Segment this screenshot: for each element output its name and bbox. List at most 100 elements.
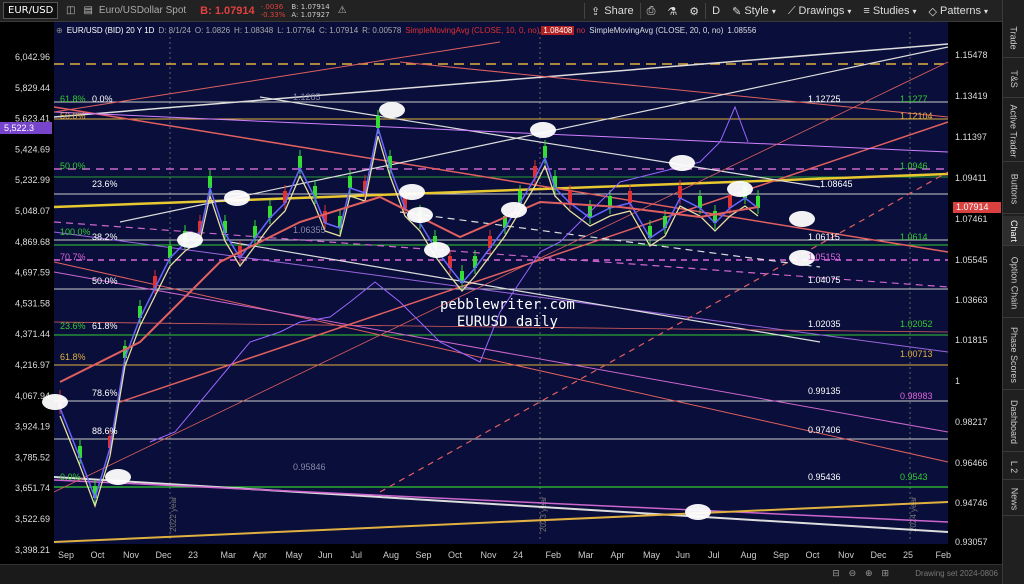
settings-button[interactable]: ⚙: [683, 0, 705, 22]
patterns-button[interactable]: ◇ Patterns ▾: [923, 0, 994, 22]
left-axis-tick: 5,829.44: [15, 83, 50, 93]
flask-icon: ⚗: [667, 5, 678, 18]
studies-label: Studies: [872, 5, 910, 17]
watchlist-icon[interactable]: ▤: [83, 5, 92, 16]
fib-percent-label: 23.6%: [60, 321, 86, 331]
right-axis-tick: 1.11397: [955, 132, 987, 142]
style-label: Style: [744, 5, 769, 17]
change-box: -.0036 -0.33%: [261, 3, 286, 19]
sidebar-tab-t-s[interactable]: T&S: [1003, 60, 1024, 98]
symbol-description: Euro/USDollar Spot: [98, 5, 187, 16]
sidebar-tab-option-chain[interactable]: Option Chain: [1003, 248, 1024, 318]
ohlc-date: D: 8/1/24: [158, 25, 191, 35]
sidebar-tab-label: Phase Scores: [1009, 326, 1019, 383]
period-button[interactable]: D: [706, 0, 726, 22]
fib-value-label: 1.06115: [808, 232, 840, 242]
share-button[interactable]: ⇪ Share: [585, 0, 640, 22]
sidebar-tab-active-trader[interactable]: Active Trader: [1003, 100, 1024, 162]
zoom-controls[interactable]: ⊟ ⊖ ⊕ ⊞: [832, 569, 892, 579]
flask-button[interactable]: ⚗: [661, 0, 683, 22]
fib-value-label: 1.05153: [808, 252, 841, 262]
ask-small: A: 1.07927: [291, 10, 330, 19]
sidebar-tab-phase-scores[interactable]: Phase Scores: [1003, 320, 1024, 390]
sidebar-tab-l-2[interactable]: L 2: [1003, 454, 1024, 480]
style-button[interactable]: ✎ Style ▾: [726, 0, 782, 22]
chart-area[interactable]: 1.15478 1.13419 1.11397 1.09411 1.07461 1.055…: [0, 22, 1002, 564]
left-axis-tick: 3,651.74: [15, 483, 50, 493]
fib-value-label: 1.0946: [900, 161, 928, 171]
print-icon: ⎙: [646, 4, 656, 17]
sma20-label[interactable]: SimpleMovingAvg (CLOSE, 20, 0, no): [587, 26, 725, 35]
right-axis-tick: 1.13419: [955, 91, 988, 101]
sidebar-tab-label: Option Chain: [1009, 256, 1020, 309]
time-axis-tick: Sep: [58, 550, 74, 560]
right-axis-tick: 1.03663: [955, 295, 988, 305]
price-chart[interactable]: 1.15478 1.13419 1.11397 1.09411 1.07461 1.055…: [0, 22, 1002, 564]
fib-percent-label: 78.6%: [92, 388, 118, 398]
fib-percent-label: 88.6%: [92, 426, 118, 436]
bid-value: 1.07914: [214, 4, 255, 17]
fib-value-label: 1.00713: [900, 349, 933, 359]
sidebar-tab-label: T&S: [1008, 69, 1019, 88]
sidebar-tab-chart[interactable]: Chart: [1003, 216, 1024, 246]
highlight-ellipse: [105, 469, 131, 485]
sidebar-tab-dashboard[interactable]: Dashboard: [1003, 392, 1024, 452]
left-axis-tick: 4,531.58: [15, 298, 50, 308]
print-button[interactable]: ⎙: [641, 0, 662, 22]
study-header: ⊕ EUR/USD (BID) 20 Y 1D D: 8/1/24 O: 1.0…: [54, 24, 758, 36]
trend-line: [119, 121, 949, 403]
sidebar-tab-trade[interactable]: Trade: [1003, 18, 1024, 58]
time-axis-tick: May: [286, 550, 304, 560]
time-axis-tick: Aug: [741, 550, 757, 560]
time-axis-tick: Jul: [351, 550, 363, 560]
chart-info-icon[interactable]: ⊕: [54, 26, 65, 35]
time-axis-tick: Apr: [611, 550, 625, 560]
sidebar-tab-buttons[interactable]: Buttons: [1003, 164, 1024, 214]
studies-button[interactable]: ≡ Studies ▾: [857, 0, 922, 22]
fib-value-label: 0.95436: [808, 472, 841, 482]
candle-body: [543, 146, 547, 158]
sidebar-tab-label: Trade: [1009, 25, 1019, 50]
sidebar-tab-news[interactable]: News: [1003, 482, 1024, 516]
right-price-axis: [948, 22, 1002, 564]
trend-line: [53, 501, 949, 543]
time-axis-tick: May: [643, 550, 661, 560]
fib-value-label: 1.12104: [900, 111, 933, 121]
fib-value-label: 0.9543: [900, 472, 928, 482]
time-axis-tick: Jun: [676, 550, 691, 560]
fib-value-label: 1.08645: [820, 179, 853, 189]
left-axis-tick: 6,042.96: [15, 52, 50, 62]
alert-icon[interactable]: ⚠: [338, 5, 347, 16]
fib-value-label: 1.12725: [808, 94, 841, 104]
right-axis-tick: 1.15478: [955, 50, 988, 60]
time-axis-tick: Jul: [708, 550, 720, 560]
sma10-label[interactable]: SimpleMovingAvg (CLOSE, 10, 0, no): [403, 26, 541, 35]
share-label: Share: [604, 5, 634, 17]
trend-line: [53, 111, 949, 153]
ohlc-range: R: 0.00578: [362, 25, 402, 35]
left-axis-tick: 3,398.21: [15, 545, 50, 555]
time-axis-tick: Jun: [318, 550, 333, 560]
link-icon[interactable]: ◫: [66, 5, 75, 16]
time-axis-tick: Dec: [871, 550, 888, 560]
time-axis-tick: Mar: [578, 550, 594, 560]
watermark: pebblewriter.com EURUSD daily: [440, 297, 575, 331]
symbol-input[interactable]: EUR/USD: [3, 2, 58, 19]
time-axis-tick: Feb: [936, 550, 952, 560]
time-axis-tick: Aug: [383, 550, 399, 560]
ohlc-high: H: 1.08348: [234, 25, 274, 35]
fib-percent-label: 61.8%: [60, 352, 86, 362]
time-axis-tick: Oct: [91, 550, 106, 560]
fib-percent-label: 50.0%: [60, 111, 86, 121]
right-axis-tick: 1.01815: [955, 335, 988, 345]
right-axis-tick: 1.07461: [955, 214, 988, 224]
sidebar-tab-label: Active Trader: [1009, 103, 1019, 158]
drawings-button[interactable]: ⟋ Drawings ▾: [782, 0, 858, 22]
trend-line: [399, 61, 949, 118]
highlight-ellipse: [379, 102, 405, 118]
highlight-ellipse: [224, 190, 250, 206]
time-axis-tick: Nov: [123, 550, 140, 560]
chevron-down-icon: ▾: [771, 6, 776, 16]
fib-percent-label: 23.6%: [92, 179, 118, 189]
top-toolbar: EUR/USD ◫ ▤ Euro/USDollar Spot B: 1.0791…: [0, 0, 1024, 22]
